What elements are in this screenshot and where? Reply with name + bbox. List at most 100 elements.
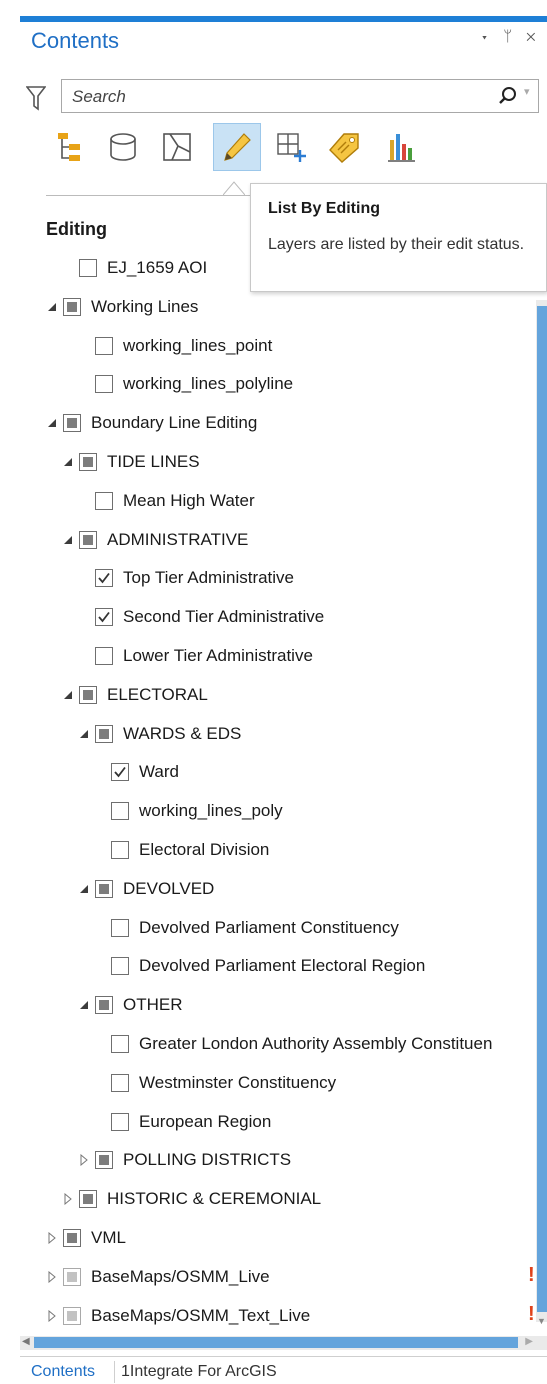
tab-contents[interactable]: Contents xyxy=(31,1363,95,1381)
checkbox-partial[interactable] xyxy=(79,453,97,471)
tree-row-administrative[interactable]: ADMINISTRATIVE xyxy=(0,525,547,555)
tree-row-european-region[interactable]: European Region xyxy=(0,1107,547,1137)
checkbox-checked[interactable] xyxy=(111,763,129,781)
checkbox-partial[interactable] xyxy=(63,1307,81,1325)
checkbox-checked[interactable] xyxy=(95,569,113,587)
checkbox[interactable] xyxy=(111,1074,129,1092)
checkbox-partial[interactable] xyxy=(63,414,81,432)
checkbox-partial[interactable] xyxy=(95,725,113,743)
tree-row-working-lines-point[interactable]: working_lines_point xyxy=(0,331,547,361)
checkbox[interactable] xyxy=(79,259,97,277)
tree-row-devolved[interactable]: DEVOLVED xyxy=(0,874,547,904)
layer-label: HISTORIC & CEREMONIAL xyxy=(107,1189,322,1208)
tree-row-working-lines-poly[interactable]: working_lines_poly xyxy=(0,796,547,826)
tree-row-electoral[interactable]: ELECTORAL xyxy=(0,680,547,710)
tree-row-vml[interactable]: VML xyxy=(0,1223,547,1253)
list-by-snapping-icon[interactable] xyxy=(268,124,314,170)
expanded-triangle-icon[interactable] xyxy=(78,728,90,740)
checkbox-partial[interactable] xyxy=(63,1268,81,1286)
checkbox[interactable] xyxy=(95,337,113,355)
checkbox-partial[interactable] xyxy=(95,1151,113,1169)
close-icon[interactable]: ✕ xyxy=(526,28,540,45)
expanded-triangle-icon[interactable] xyxy=(62,534,74,546)
search-box[interactable]: ▾ xyxy=(61,79,539,113)
pane-options-dropdown-icon[interactable]: ▾ xyxy=(480,28,494,45)
search-icon[interactable] xyxy=(498,86,518,106)
tree-row-electoral-division[interactable]: Electoral Division xyxy=(0,835,547,865)
search-input[interactable] xyxy=(70,85,494,109)
layer-label: Mean High Water xyxy=(123,491,255,510)
list-by-selection-icon[interactable] xyxy=(154,124,200,170)
checkbox[interactable] xyxy=(111,1113,129,1131)
tree-row-basemaps-osmm-text-live[interactable]: BaseMaps/OSMM_Text_Live! xyxy=(0,1301,547,1331)
checkbox[interactable] xyxy=(95,647,113,665)
list-by-editing-icon[interactable] xyxy=(213,123,261,171)
filter-icon[interactable] xyxy=(26,85,46,111)
expanded-triangle-icon[interactable] xyxy=(78,883,90,895)
collapsed-triangle-icon[interactable] xyxy=(46,1271,58,1283)
tree-row-ward[interactable]: Ward xyxy=(0,757,547,787)
checkbox-partial[interactable] xyxy=(79,1190,97,1208)
warning-icon[interactable]: ! xyxy=(528,1264,535,1287)
collapsed-triangle-icon[interactable] xyxy=(46,1310,58,1322)
scroll-left-arrow-icon[interactable]: ◀ xyxy=(22,1336,30,1347)
checkbox-partial[interactable] xyxy=(95,996,113,1014)
tree-row-lower-tier-administrative[interactable]: Lower Tier Administrative xyxy=(0,641,547,671)
checkmark-icon xyxy=(98,572,110,584)
pin-icon[interactable]: ᛘ xyxy=(503,28,517,45)
tree-row-westminster-constituency[interactable]: Westminster Constituency xyxy=(0,1068,547,1098)
tree-row-top-tier-administrative[interactable]: Top Tier Administrative xyxy=(0,563,547,593)
expanded-triangle-icon[interactable] xyxy=(62,689,74,701)
pane-top-accent-bar xyxy=(20,16,547,22)
checkbox-partial[interactable] xyxy=(63,1229,81,1247)
vertical-scrollbar-thumb[interactable] xyxy=(537,306,547,1312)
layer-label: TIDE LINES xyxy=(107,452,200,471)
tree-row-historic-ceremonial[interactable]: HISTORIC & CEREMONIAL xyxy=(0,1184,547,1214)
checkbox-partial[interactable] xyxy=(63,298,81,316)
scroll-right-arrow-icon[interactable]: ▶ xyxy=(525,1336,533,1347)
collapsed-triangle-icon[interactable] xyxy=(46,1232,58,1244)
scroll-down-arrow-icon[interactable]: ▼ xyxy=(537,1316,546,1326)
expanded-triangle-icon[interactable] xyxy=(62,456,74,468)
warning-icon[interactable]: ! xyxy=(528,1303,535,1326)
checkbox[interactable] xyxy=(95,492,113,510)
checkbox-checked[interactable] xyxy=(95,608,113,626)
checkbox-partial[interactable] xyxy=(95,880,113,898)
tree-row-basemaps-osmm-live[interactable]: BaseMaps/OSMM_Live! xyxy=(0,1262,547,1292)
expanded-triangle-icon[interactable] xyxy=(46,417,58,429)
collapsed-triangle-icon[interactable] xyxy=(62,1193,74,1205)
expanded-triangle-icon[interactable] xyxy=(78,999,90,1011)
list-by-drawing-order-icon[interactable] xyxy=(46,124,92,170)
checkbox-partial[interactable] xyxy=(79,686,97,704)
horizontal-scrollbar[interactable]: ◀ ▶ xyxy=(20,1336,547,1350)
tree-row-wards-eds[interactable]: WARDS & EDS xyxy=(0,719,547,749)
layer-label: WARDS & EDS xyxy=(123,724,242,743)
list-by-charts-icon[interactable] xyxy=(378,124,424,170)
tree-row-second-tier-administrative[interactable]: Second Tier Administrative xyxy=(0,602,547,632)
list-by-data-source-icon[interactable] xyxy=(100,124,146,170)
collapsed-triangle-icon[interactable] xyxy=(78,1154,90,1166)
horizontal-scrollbar-thumb[interactable] xyxy=(34,1337,518,1348)
checkbox[interactable] xyxy=(111,919,129,937)
checkbox[interactable] xyxy=(111,802,129,820)
search-options-dropdown-icon[interactable]: ▾ xyxy=(524,85,530,98)
layer-label: Ward xyxy=(139,762,179,781)
checkbox[interactable] xyxy=(111,957,129,975)
tree-row-boundary-line-editing[interactable]: Boundary Line Editing xyxy=(0,408,547,438)
checkbox[interactable] xyxy=(111,1035,129,1053)
tree-row-working-lines[interactable]: Working Lines xyxy=(0,292,547,322)
list-by-labeling-icon[interactable] xyxy=(322,124,368,170)
tab-1integrate-for-arcgis[interactable]: 1Integrate For ArcGIS xyxy=(121,1363,277,1381)
tree-row-other[interactable]: OTHER xyxy=(0,990,547,1020)
tree-row-devolved-parliament-constituency[interactable]: Devolved Parliament Constituency xyxy=(0,913,547,943)
tree-row-tide-lines[interactable]: TIDE LINES xyxy=(0,447,547,477)
tree-row-working-lines-polyline[interactable]: working_lines_polyline xyxy=(0,369,547,399)
checkbox[interactable] xyxy=(111,841,129,859)
expanded-triangle-icon[interactable] xyxy=(46,301,58,313)
tree-row-greater-london-authority-assembly-constituen[interactable]: Greater London Authority Assembly Consti… xyxy=(0,1029,547,1059)
checkbox-partial[interactable] xyxy=(79,531,97,549)
tree-row-devolved-parliament-electoral-region[interactable]: Devolved Parliament Electoral Region xyxy=(0,951,547,981)
checkbox[interactable] xyxy=(95,375,113,393)
tree-row-polling-districts[interactable]: POLLING DISTRICTS xyxy=(0,1145,547,1175)
tree-row-mean-high-water[interactable]: Mean High Water xyxy=(0,486,547,516)
